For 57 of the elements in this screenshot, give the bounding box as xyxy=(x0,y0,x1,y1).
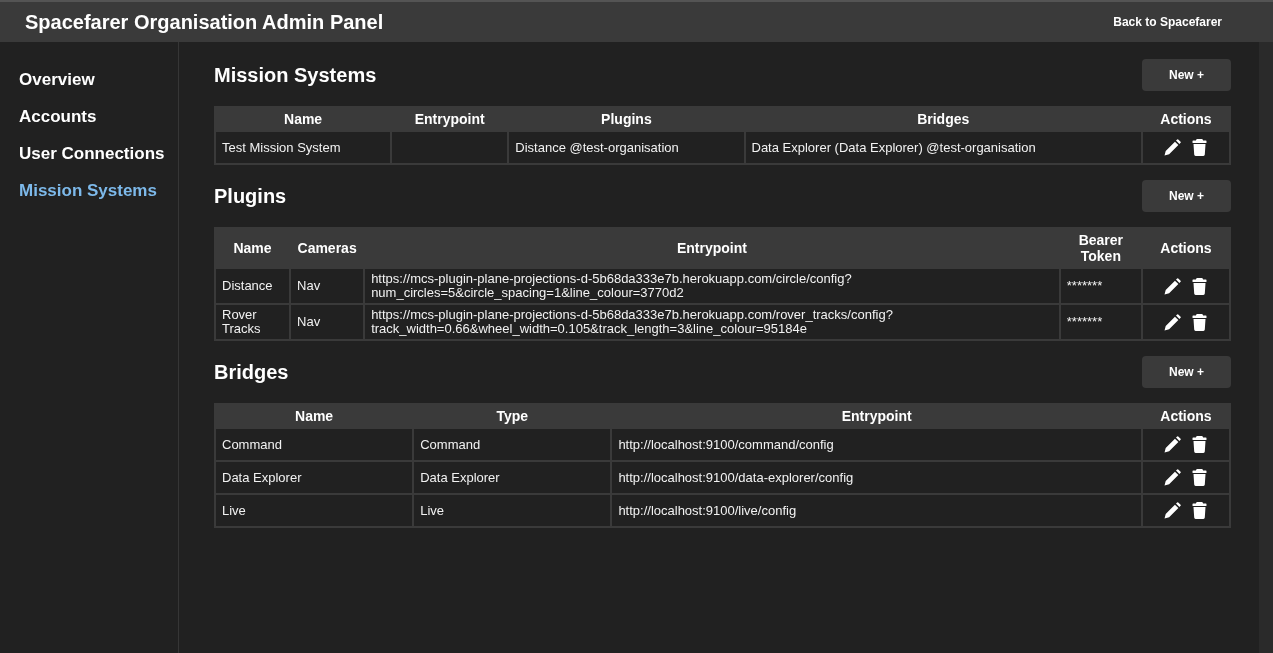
edit-button[interactable] xyxy=(1164,469,1182,486)
table-cell: https://mcs-plugin-plane-projections-d-5b68da333e7b.herokuapp.com/circle/config?num_circles=5&circle_spacing=1&line_colour=3770d2 xyxy=(365,269,1059,303)
pencil-icon xyxy=(1164,139,1182,156)
trash-icon xyxy=(1192,436,1208,453)
delete-button[interactable] xyxy=(1192,313,1208,331)
section-heading: Bridges xyxy=(214,360,289,384)
table-cell: ******* xyxy=(1060,305,1141,339)
pencil-icon xyxy=(1164,436,1182,453)
new-button[interactable]: New + xyxy=(1142,356,1231,388)
table-cell: Test Mission System xyxy=(216,132,391,163)
table-cell: Distance xyxy=(216,269,290,303)
table-cell: Data Explorer xyxy=(414,462,611,493)
table-cell: http://localhost:9100/live/config xyxy=(612,495,1141,526)
sidebar-item[interactable]: User Connections xyxy=(0,135,184,172)
trash-icon xyxy=(1192,502,1208,519)
delete-button[interactable] xyxy=(1192,277,1208,295)
back-link[interactable]: Back to Spacefarer xyxy=(1113,14,1222,30)
table-cell: ******* xyxy=(1060,269,1141,303)
table-cell: Command xyxy=(216,429,413,460)
table-cell: http://localhost:9100/data-explorer/config xyxy=(612,462,1141,493)
edit-button[interactable] xyxy=(1164,277,1182,295)
sidebar-item[interactable]: Accounts xyxy=(0,98,116,135)
section-heading: Plugins xyxy=(214,184,287,208)
new-button[interactable]: New + xyxy=(1142,59,1231,91)
table-cell: Data Explorer xyxy=(216,462,413,493)
trash-icon xyxy=(1192,313,1208,331)
table-cell: Command xyxy=(414,429,611,460)
edit-button[interactable] xyxy=(1164,436,1182,453)
sidebar-item[interactable]: Mission Systems xyxy=(0,172,176,209)
delete-button[interactable] xyxy=(1192,139,1208,156)
table-cell: Nav xyxy=(291,269,364,303)
scrollbar-track[interactable] xyxy=(1259,42,1273,653)
trash-icon xyxy=(1192,139,1208,156)
delete-button[interactable] xyxy=(1192,436,1208,453)
table-cell: Distance @test-organisation xyxy=(509,132,744,163)
pencil-icon xyxy=(1164,277,1182,295)
new-button[interactable]: New + xyxy=(1142,180,1231,212)
delete-button[interactable] xyxy=(1192,469,1208,486)
table-cell: Rover Tracks xyxy=(216,305,290,339)
section-heading: Mission Systems xyxy=(214,63,377,87)
edit-button[interactable] xyxy=(1164,502,1182,519)
table-cell: Nav xyxy=(291,305,364,339)
pencil-icon xyxy=(1164,502,1182,519)
pencil-icon xyxy=(1164,469,1182,486)
pencil-icon xyxy=(1164,313,1182,331)
edit-button[interactable] xyxy=(1164,313,1182,331)
table-cell: Live xyxy=(216,495,413,526)
app-title: Spacefarer Organisation Admin Panel xyxy=(25,10,384,34)
edit-button[interactable] xyxy=(1164,139,1182,156)
table-cell: Data Explorer (Data Explorer) @test-organisation xyxy=(745,132,1141,163)
delete-button[interactable] xyxy=(1192,502,1208,519)
table-cell: https://mcs-plugin-plane-projections-d-5b68da333e7b.herokuapp.com/rover_tracks/config?track_width=0.66&wheel_width=0.105&track_length=3&line_colour=95184e xyxy=(365,305,1059,339)
trash-icon xyxy=(1192,277,1208,295)
sidebar-item[interactable]: Overview xyxy=(0,61,114,98)
table-cell: http://localhost:9100/command/config xyxy=(612,429,1141,460)
table-cell: Live xyxy=(414,495,611,526)
trash-icon xyxy=(1192,469,1208,486)
